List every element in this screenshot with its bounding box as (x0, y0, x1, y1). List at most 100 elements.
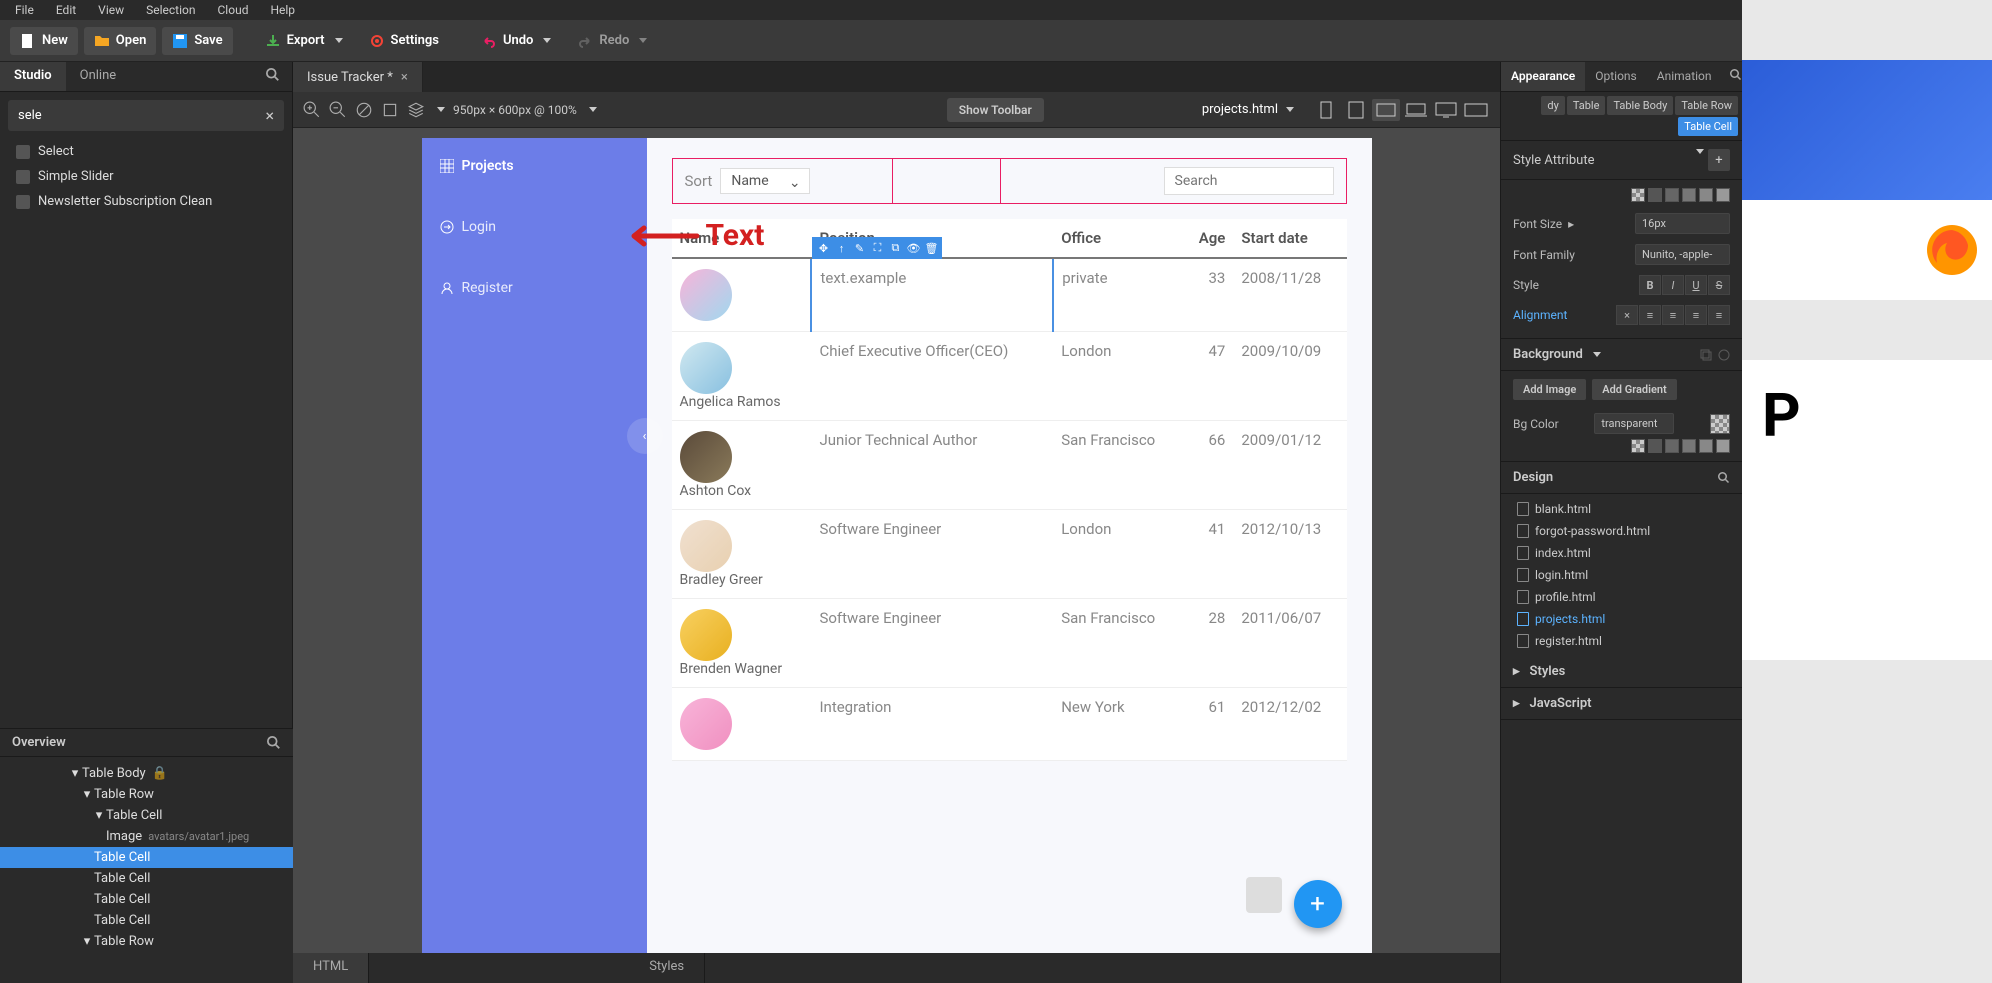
align-none-button[interactable]: × (1616, 305, 1638, 325)
tree-table-cell[interactable]: Table Cell (0, 889, 293, 910)
menu-cloud[interactable]: Cloud (208, 1, 259, 19)
cell-office[interactable]: San Francisco (1053, 421, 1183, 510)
tab-animation[interactable]: Animation (1647, 62, 1722, 91)
cell-position[interactable]: Software Engineer (811, 599, 1053, 688)
undo-button[interactable]: Undo (471, 27, 561, 55)
file-item[interactable]: profile.html (1501, 586, 1742, 608)
scroll-top-button[interactable] (1246, 877, 1282, 913)
swatch[interactable] (1699, 188, 1713, 202)
swatch[interactable] (1665, 188, 1679, 202)
tab-styles[interactable]: Styles (629, 953, 705, 983)
search-input[interactable] (1164, 167, 1334, 195)
add-image-button[interactable]: Add Image (1513, 379, 1586, 400)
breadcrumb-item[interactable]: Table Body (1607, 96, 1673, 115)
file-item[interactable]: blank.html (1501, 498, 1742, 520)
styles-section-header[interactable]: ▸Styles (1501, 656, 1742, 688)
sort-select[interactable]: Name ⌄ (720, 168, 809, 194)
cell-age[interactable]: 41 (1183, 510, 1233, 599)
add-fab[interactable]: + (1294, 880, 1342, 928)
cell-age[interactable]: 28 (1183, 599, 1233, 688)
cell-name[interactable]: Bradley Greer (672, 510, 812, 599)
canvas-viewport[interactable]: Projects Login Register ‹ Sort (293, 128, 1500, 953)
swatch[interactable] (1699, 439, 1713, 453)
cell-age[interactable]: 66 (1183, 421, 1233, 510)
background-section-header[interactable]: Background (1501, 339, 1742, 371)
tree-table-cell-selected[interactable]: Table Cell (0, 847, 293, 868)
tree-table-cell[interactable]: ▾Table Cell (0, 805, 293, 826)
reset-icon[interactable] (1718, 349, 1730, 361)
table-row[interactable]: ✥ ↑ ✎ ⛶ ⧉ 👁 🗑 text.example private 33 20… (672, 258, 1347, 332)
tree-image[interactable]: Imageavatars/avatar1.jpeg (0, 826, 293, 847)
table-row[interactable]: Integration New York 61 2012/12/02 (672, 688, 1347, 761)
menu-help[interactable]: Help (260, 1, 305, 19)
cell-office[interactable]: San Francisco (1053, 599, 1183, 688)
chevron-down-icon[interactable] (589, 107, 597, 112)
component-select[interactable]: Select (8, 139, 284, 164)
cell-office[interactable]: London (1053, 510, 1183, 599)
breadcrumb-item[interactable]: Table Row (1675, 96, 1738, 115)
strike-button[interactable]: S (1708, 275, 1730, 295)
search-icon[interactable] (267, 736, 281, 750)
sidebar-item-projects[interactable]: Projects (422, 148, 647, 184)
bg-color-input[interactable] (1594, 413, 1674, 434)
component-search[interactable]: × (8, 100, 284, 131)
cell-name[interactable]: Brenden Wagner (672, 599, 812, 688)
th-office[interactable]: Office (1053, 219, 1183, 258)
menu-view[interactable]: View (88, 1, 134, 19)
swatch[interactable] (1716, 188, 1730, 202)
cell-age[interactable]: 47 (1183, 332, 1233, 421)
tab-html[interactable]: HTML (293, 953, 369, 983)
swatch[interactable] (1665, 439, 1679, 453)
copy-icon[interactable]: ⧉ (888, 241, 902, 255)
swatch[interactable] (1716, 439, 1730, 453)
file-dropdown[interactable]: projects.html (1202, 102, 1294, 117)
edit-icon[interactable]: ✎ (852, 241, 866, 255)
swatch[interactable] (1648, 439, 1662, 453)
design-section-header[interactable]: Design (1501, 462, 1742, 494)
open-button[interactable]: Open (84, 27, 157, 55)
table-row[interactable]: Ashton Cox Junior Technical Author San F… (672, 421, 1347, 510)
cell-position[interactable]: Chief Executive Officer(CEO) (811, 332, 1053, 421)
device-mobile-icon[interactable] (1312, 99, 1340, 121)
file-item[interactable]: forgot-password.html (1501, 520, 1742, 542)
th-age[interactable]: Age (1183, 219, 1233, 258)
export-button[interactable]: Export (255, 27, 353, 55)
cell-position[interactable]: Junior Technical Author (811, 421, 1053, 510)
swatch[interactable] (1631, 439, 1645, 453)
tree-table-cell[interactable]: Table Cell (0, 868, 293, 889)
copy-icon[interactable] (1700, 349, 1712, 361)
close-icon[interactable]: × (401, 70, 408, 85)
clear-search-icon[interactable]: × (265, 106, 274, 125)
menu-selection[interactable]: Selection (136, 1, 205, 19)
doc-tab-issue-tracker[interactable]: Issue Tracker * × (293, 62, 423, 92)
zoom-out-icon[interactable] (329, 101, 347, 119)
swatch[interactable] (1648, 188, 1662, 202)
component-search-input[interactable] (18, 108, 265, 123)
font-family-input[interactable] (1635, 244, 1730, 265)
tree-table-row[interactable]: ▾Table Row (0, 784, 293, 805)
file-item[interactable]: login.html (1501, 564, 1742, 586)
cell-start[interactable]: 2012/10/13 (1233, 510, 1346, 599)
tree-table-row[interactable]: ▾Table Row (0, 931, 293, 952)
tab-studio[interactable]: Studio (0, 62, 66, 91)
search-icon[interactable] (1718, 472, 1730, 484)
move-icon[interactable]: ✥ (816, 241, 830, 255)
cell-office[interactable]: New York (1053, 688, 1183, 761)
tree-table-cell[interactable]: Table Cell (0, 910, 293, 931)
settings-button[interactable]: Settings (359, 27, 449, 55)
chevron-right-icon[interactable]: ▸ (1568, 217, 1574, 231)
save-button[interactable]: Save (162, 27, 232, 55)
crop-icon[interactable] (381, 101, 399, 119)
underline-button[interactable]: U (1685, 275, 1707, 295)
expand-icon[interactable]: ⛶ (870, 241, 884, 255)
chevron-down-icon[interactable] (1696, 149, 1704, 154)
tab-options[interactable]: Options (1585, 62, 1647, 91)
cell-office[interactable]: London (1053, 332, 1183, 421)
sidebar-item-login[interactable]: Login (422, 209, 647, 245)
breadcrumb-item-active[interactable]: Table Cell (1678, 117, 1738, 136)
cell-position[interactable]: ✥ ↑ ✎ ⛶ ⧉ 👁 🗑 text.example (811, 258, 1053, 332)
menu-file[interactable]: File (5, 1, 44, 19)
chevron-down-icon[interactable] (437, 107, 445, 112)
file-item[interactable]: register.html (1501, 630, 1742, 652)
no-icon[interactable] (355, 101, 373, 119)
